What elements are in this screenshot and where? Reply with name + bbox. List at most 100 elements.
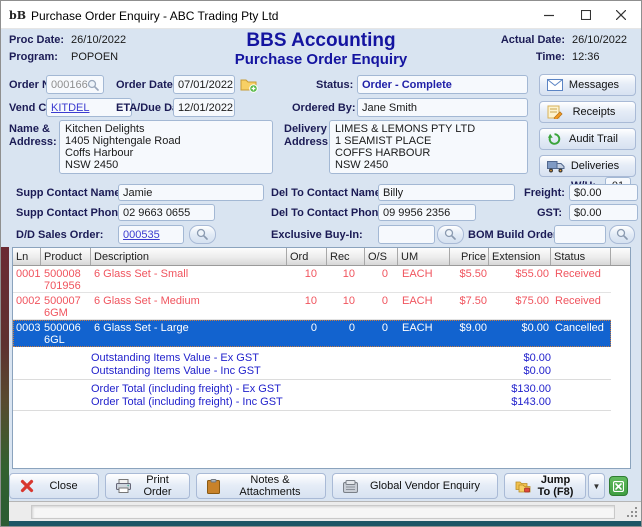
summary-divider bbox=[13, 410, 611, 411]
exclusive-buy-in-search-button[interactable] bbox=[437, 225, 464, 244]
cell-description: 6 Glass Set - Small bbox=[91, 266, 287, 292]
maximize-button[interactable] bbox=[568, 1, 604, 29]
global-vendor-enquiry-button[interactable]: Global Vendor Enquiry bbox=[332, 473, 498, 499]
app-icon: bB bbox=[9, 6, 27, 24]
svg-text:bB: bB bbox=[9, 9, 26, 22]
cell-ln: 0001 bbox=[13, 266, 41, 292]
table-row-selected[interactable]: 0003 5000066GL 6 Glass Set - Large 0 0 0… bbox=[13, 320, 611, 347]
close-window-button[interactable] bbox=[603, 1, 639, 29]
status-message-area bbox=[31, 505, 615, 519]
gst-field[interactable]: $0.00 bbox=[569, 204, 638, 221]
order-no-field[interactable]: 000166 bbox=[46, 75, 104, 94]
bom-build-order-field[interactable] bbox=[554, 225, 606, 244]
excel-icon bbox=[613, 481, 624, 492]
jump-to-dropdown-button[interactable]: ▼ bbox=[588, 473, 605, 499]
deliveries-button[interactable]: Deliveries bbox=[539, 155, 636, 177]
open-order-button[interactable] bbox=[239, 75, 258, 94]
messages-button[interactable]: Messages bbox=[539, 74, 636, 96]
del-contact-name-field[interactable]: Billy bbox=[378, 184, 515, 201]
title-bar[interactable]: bB Purchase Order Enquiry - ABC Trading … bbox=[1, 1, 641, 29]
close-button[interactable]: Close bbox=[9, 473, 99, 499]
time-value: 12:36 bbox=[572, 51, 636, 63]
cell-status: Received bbox=[551, 293, 611, 319]
print-order-button[interactable]: Print Order bbox=[105, 473, 190, 499]
eta-due-date-field[interactable]: 12/01/2022 bbox=[173, 98, 235, 117]
table-row[interactable]: 0001 500008701956 6 Glass Set - Small 10… bbox=[13, 266, 611, 293]
supp-contact-phone-field[interactable]: 02 9663 0655 bbox=[118, 204, 215, 221]
receipts-button[interactable]: Receipts bbox=[539, 101, 636, 123]
delivery-address-box[interactable]: LIMES & LEMONS PTY LTD 1 SEAMIST PLACE C… bbox=[329, 120, 528, 174]
order-date-field[interactable]: 07/01/2022 bbox=[173, 75, 235, 94]
supp-contact-name-field[interactable]: Jamie bbox=[118, 184, 264, 201]
time-label: Time: bbox=[501, 51, 565, 63]
clipboard-icon bbox=[207, 479, 220, 494]
cell-ord: 10 bbox=[287, 266, 327, 292]
column-description: Description bbox=[91, 248, 287, 265]
column-os: O/S bbox=[365, 248, 398, 265]
vend-code-link[interactable]: KITDEL bbox=[51, 102, 90, 114]
ordered-by-field[interactable]: Jane Smith bbox=[357, 98, 528, 117]
dd-sales-order-search-button[interactable] bbox=[189, 225, 216, 244]
cell-um: EACH bbox=[398, 293, 450, 319]
notes-attachments-label: Notes & Attachments bbox=[225, 474, 325, 498]
cell-extension: $55.00 bbox=[489, 266, 551, 292]
close-icon bbox=[616, 10, 626, 20]
resize-grip[interactable] bbox=[627, 507, 638, 518]
exclusive-buy-in-label: Exclusive Buy-In: bbox=[271, 229, 363, 241]
del-contact-phone-label: Del To Contact Phone: bbox=[271, 207, 388, 219]
close-red-icon bbox=[20, 479, 34, 493]
search-icon bbox=[87, 79, 100, 92]
summary-row: Outstanding Items Value - Inc GST $0.00 bbox=[13, 364, 630, 377]
cell-extension: $75.00 bbox=[489, 293, 551, 319]
receipt-icon bbox=[547, 105, 563, 119]
cell-ln: 0003 bbox=[13, 320, 41, 347]
actual-date-value: 26/10/2022 bbox=[572, 34, 636, 46]
cell-status: Received bbox=[551, 266, 611, 292]
summary-divider bbox=[13, 379, 611, 380]
cell-rec: 10 bbox=[327, 266, 365, 292]
supp-contact-phone-label: Supp Contact Phone: bbox=[16, 207, 128, 219]
freight-label: Freight: bbox=[524, 187, 565, 199]
order-date-label: Order Date: bbox=[116, 79, 177, 91]
name-address-box[interactable]: Kitchen Delights 1405 Nightengale Road C… bbox=[59, 120, 273, 174]
bom-build-order-search-button[interactable] bbox=[609, 225, 635, 244]
ordered-by-label: Ordered By: bbox=[292, 102, 356, 114]
summary-row: Order Total (including freight) - Inc GS… bbox=[13, 395, 630, 408]
freight-field[interactable]: $0.00 bbox=[569, 184, 638, 201]
cell-os: 0 bbox=[365, 293, 398, 319]
audit-trail-button[interactable]: Audit Trail bbox=[539, 128, 636, 150]
exclusive-buy-in-field[interactable] bbox=[378, 225, 435, 244]
del-contact-phone-field[interactable]: 09 9956 2356 bbox=[378, 204, 476, 221]
cell-status: Cancelled bbox=[551, 320, 611, 347]
printer-icon bbox=[116, 479, 131, 493]
truck-icon bbox=[547, 160, 565, 173]
global-vendor-enquiry-label: Global Vendor Enquiry bbox=[363, 480, 497, 492]
jump-to-button[interactable]: Jump To (F8) bbox=[504, 473, 586, 499]
desktop-edge bbox=[1, 247, 9, 527]
dd-sales-order-link[interactable]: 000535 bbox=[123, 229, 160, 241]
column-price: Price bbox=[450, 248, 489, 265]
cell-product: 5000076GM bbox=[41, 293, 91, 319]
bom-build-order-label: BOM Build Order: bbox=[468, 229, 561, 241]
cell-price: $5.50 bbox=[450, 266, 489, 292]
notes-attachments-button[interactable]: Notes & Attachments bbox=[196, 473, 326, 499]
export-excel-button[interactable] bbox=[609, 476, 628, 496]
totals-section: Outstanding Items Value - Ex GST $0.00 O… bbox=[13, 351, 630, 411]
recycle-icon bbox=[547, 132, 562, 146]
messages-label: Messages bbox=[567, 79, 635, 91]
status-bar bbox=[1, 501, 641, 521]
name-address-label-1: Name & bbox=[9, 123, 50, 135]
cell-um: EACH bbox=[398, 320, 450, 347]
delivery-address-label-1: Delivery bbox=[284, 123, 327, 135]
cell-price: $9.00 bbox=[450, 320, 489, 347]
jump-folders-icon bbox=[515, 479, 531, 493]
supp-contact-name-label: Supp Contact Name: bbox=[16, 187, 124, 199]
table-header: Ln Product Description Ord Rec O/S UM Pr… bbox=[13, 248, 630, 266]
status-field[interactable]: Order - Complete bbox=[357, 75, 528, 94]
minimize-button[interactable] bbox=[531, 1, 567, 29]
dd-sales-order-label: D/D Sales Order: bbox=[16, 229, 103, 241]
table-row[interactable]: 0002 5000076GM 6 Glass Set - Medium 10 1… bbox=[13, 293, 611, 320]
close-label: Close bbox=[39, 480, 98, 492]
cell-extension: $0.00 bbox=[489, 320, 551, 347]
dd-sales-order-field[interactable]: 000535 bbox=[118, 225, 184, 244]
